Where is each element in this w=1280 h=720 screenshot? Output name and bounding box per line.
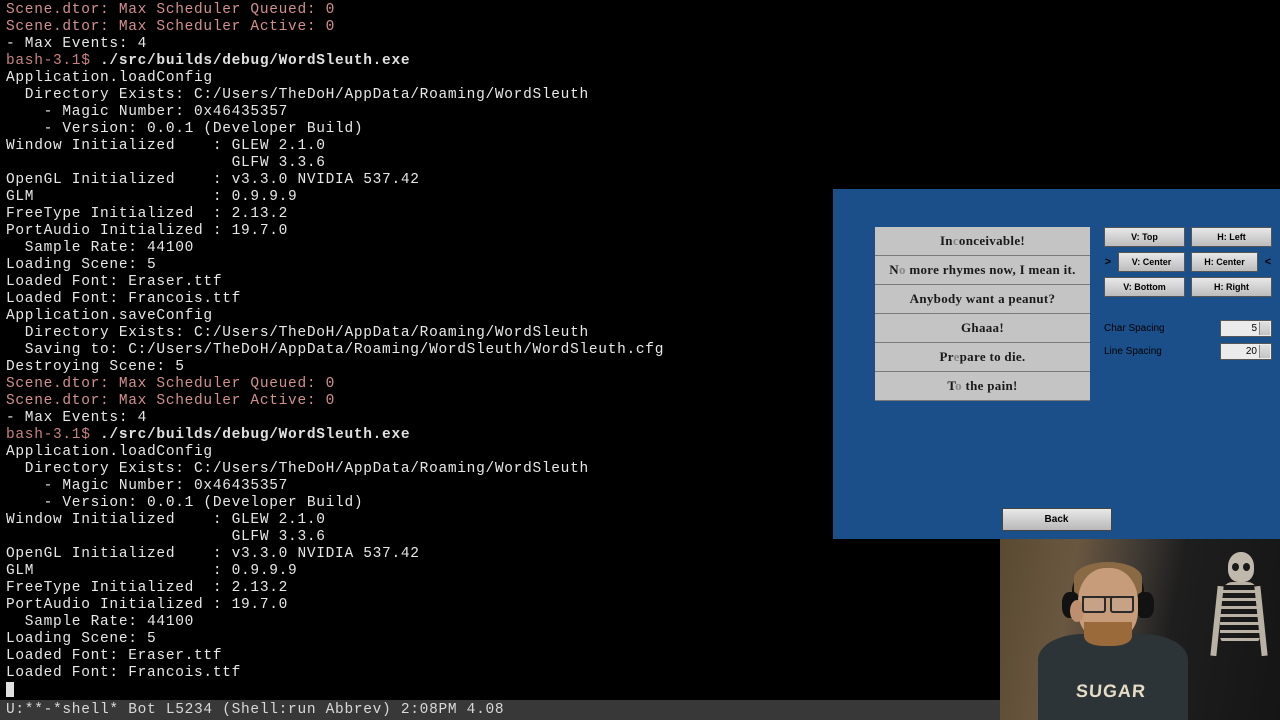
valign-bottom-button[interactable]: V: Bottom	[1104, 277, 1185, 297]
streamer-person: SUGAR	[1030, 550, 1180, 720]
text-item-4[interactable]: Prepare to die.	[875, 343, 1090, 372]
selection-arrow-right: <	[1264, 256, 1272, 268]
skeleton-prop	[1208, 552, 1270, 692]
halign-center-button[interactable]: H: Center	[1191, 252, 1258, 272]
line-spacing-input[interactable]: 20	[1220, 343, 1272, 360]
text-alignment-panel: Inconceivable!No more rhymes now, I mean…	[875, 227, 1090, 401]
text-item-1[interactable]: No more rhymes now, I mean it.	[875, 256, 1090, 285]
wordsleuth-app-window: Inconceivable!No more rhymes now, I mean…	[833, 189, 1280, 539]
valign-center-button[interactable]: V: Center	[1118, 252, 1185, 272]
webcam-feed: SUGAR	[1000, 539, 1280, 720]
halign-left-button[interactable]: H: Left	[1191, 227, 1272, 247]
text-item-2[interactable]: Anybody want a peanut?	[875, 285, 1090, 314]
text-item-3[interactable]: Ghaaa!	[875, 314, 1090, 343]
halign-right-button[interactable]: H: Right	[1191, 277, 1272, 297]
text-item-5[interactable]: To the pain!	[875, 372, 1090, 401]
back-button[interactable]: Back	[1002, 508, 1112, 531]
valign-top-button[interactable]: V: Top	[1104, 227, 1185, 247]
char-spacing-input[interactable]: 5	[1220, 320, 1272, 337]
char-spacing-label: Char Spacing	[1104, 323, 1220, 334]
text-item-0[interactable]: Inconceivable!	[875, 227, 1090, 256]
alignment-controls: V: Top H: Left > V: Center H: Center < V…	[1104, 227, 1272, 366]
selection-arrow-left: >	[1104, 256, 1112, 268]
line-spacing-label: Line Spacing	[1104, 346, 1220, 357]
